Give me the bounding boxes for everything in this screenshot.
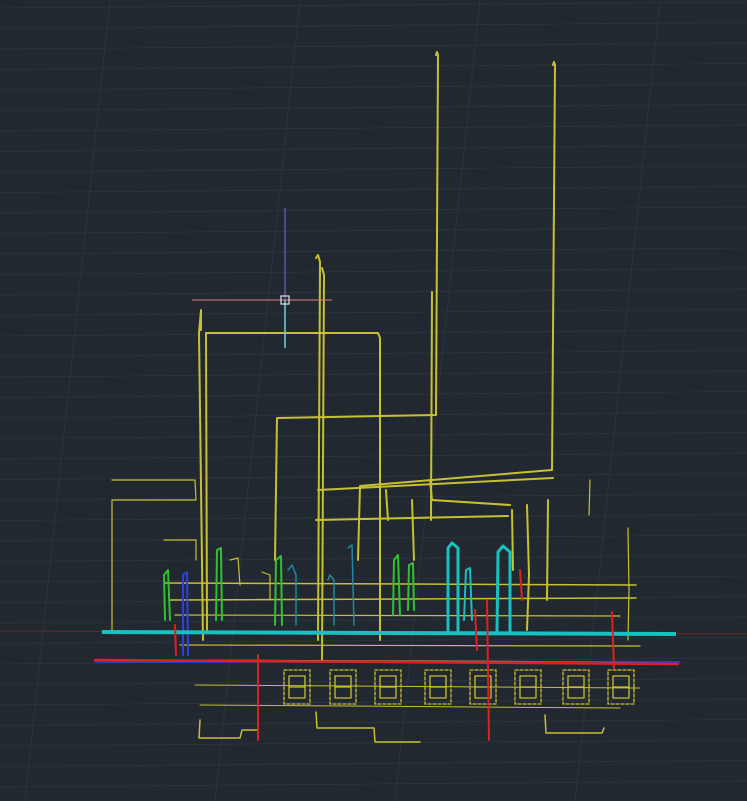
grid-line <box>24 0 111 801</box>
header-pipe <box>198 309 204 641</box>
grid-line <box>0 391 747 398</box>
drain-pipe <box>315 711 421 743</box>
drain-pipe <box>261 571 271 601</box>
grid-line <box>0 473 747 480</box>
grid-line <box>0 370 747 378</box>
crosshair-cursor-icon <box>192 208 332 348</box>
header-pipe <box>164 582 637 586</box>
grid-line <box>0 124 747 132</box>
teal-pipe-loops <box>287 544 355 626</box>
grid-line <box>0 760 747 767</box>
drawing-canvas[interactable] <box>0 0 747 801</box>
grid-line <box>0 780 747 788</box>
header-pipe <box>169 597 637 601</box>
grid-line <box>0 247 747 255</box>
equipment-outline <box>163 539 197 561</box>
grid-line <box>0 104 747 111</box>
header-pipe <box>205 332 208 631</box>
grid-line <box>0 698 747 706</box>
grid-line <box>0 22 747 29</box>
riser-pipe <box>627 527 630 641</box>
drain-pipe <box>198 719 259 739</box>
grid-line <box>0 83 747 91</box>
cyan-main-header <box>101 630 677 636</box>
drain-pipe <box>544 714 605 734</box>
header-pipe <box>179 644 641 647</box>
header-pipe <box>411 499 415 561</box>
grid-line <box>0 63 747 70</box>
riser-pipe <box>526 504 530 631</box>
grid-line <box>0 719 747 726</box>
riser-pipe <box>588 479 591 516</box>
grid-line <box>0 145 747 152</box>
grid-line <box>0 637 747 644</box>
header-pipe <box>174 614 621 617</box>
grid-line <box>0 1 747 9</box>
grid-line <box>0 739 747 747</box>
grid-line <box>0 493 747 501</box>
grid-line <box>0 186 747 193</box>
grid-line <box>0 206 747 214</box>
grid-line <box>0 432 747 439</box>
grid-line <box>0 678 747 685</box>
grid-line <box>0 309 747 316</box>
grid-line <box>0 350 747 357</box>
grid-line <box>0 268 747 275</box>
grid-line <box>0 288 747 296</box>
header-pipe <box>199 704 621 709</box>
grid-line <box>0 452 747 460</box>
model-viewport[interactable] <box>0 0 747 801</box>
riser-pipe <box>321 267 325 661</box>
grid-line <box>0 42 747 50</box>
grid-line <box>574 0 661 801</box>
riser-pipe <box>511 509 514 571</box>
grid-line <box>0 165 747 173</box>
header-pipe <box>385 489 389 521</box>
grid-lines <box>0 0 747 801</box>
